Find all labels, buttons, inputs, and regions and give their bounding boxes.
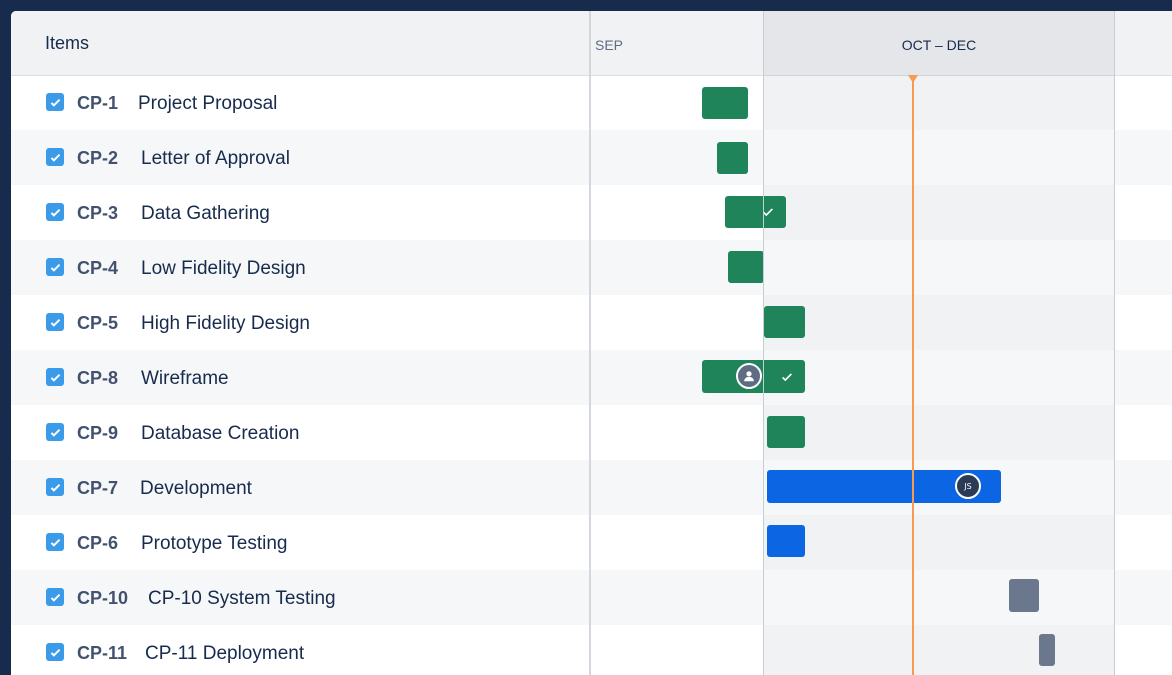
quarter-divider [1114, 11, 1115, 675]
timeline-panel: Items SEP OCT – DEC CP-1 Project Proposa… [11, 11, 1172, 675]
month-divider [763, 11, 764, 675]
table-row[interactable]: CP-11 CP-11 Deployment [11, 625, 1172, 675]
quarter-label-oct-dec: OCT – DEC [901, 37, 977, 53]
table-row[interactable]: CP-8 Wireframe [11, 350, 1172, 405]
checkbox[interactable] [46, 478, 64, 496]
schedule-bar[interactable] [1009, 579, 1039, 612]
table-row[interactable]: CP-2 Letter of Approval [11, 130, 1172, 185]
issue-summary[interactable]: Project Proposal [138, 93, 277, 115]
row-details: CP-11 CP-11 Deployment [11, 625, 590, 675]
row-details: CP-10 CP-10 System Testing [11, 570, 590, 625]
items-column-header: Items [45, 33, 90, 53]
schedule-bar[interactable] [702, 87, 748, 119]
today-line [912, 75, 914, 675]
schedule-bar[interactable] [764, 306, 805, 338]
checkbox[interactable] [46, 258, 64, 276]
schedule-bar[interactable] [717, 142, 748, 174]
row-details: CP-7 Development [11, 460, 590, 515]
schedule-bar[interactable] [728, 251, 764, 283]
row-details: CP-9 Database Creation [11, 405, 590, 460]
checkbox[interactable] [46, 203, 64, 221]
row-details: CP-3 Data Gathering [11, 185, 590, 240]
row-details: CP-1 Project Proposal [11, 75, 590, 130]
column-divider[interactable] [589, 11, 591, 675]
issue-key[interactable]: CP-8 [77, 368, 118, 389]
issue-key[interactable]: CP-4 [77, 258, 118, 279]
issue-key[interactable]: CP-3 [77, 203, 118, 224]
assignee-avatar[interactable]: JS [955, 473, 981, 499]
schedule-bar[interactable] [767, 416, 805, 448]
table-row[interactable]: CP-10 CP-10 System Testing [11, 570, 1172, 625]
row-details: CP-2 Letter of Approval [11, 130, 590, 185]
done-check-icon [782, 372, 792, 381]
row-details: CP-8 Wireframe [11, 350, 590, 405]
issue-key[interactable]: CP-2 [77, 148, 118, 169]
checkbox[interactable] [46, 533, 64, 551]
table-row[interactable]: CP-6 Prototype Testing [11, 515, 1172, 570]
issue-summary[interactable]: Low Fidelity Design [141, 258, 306, 280]
schedule-bar[interactable] [725, 196, 786, 228]
table-row[interactable]: CP-9 Database Creation [11, 405, 1172, 460]
today-marker-icon [908, 75, 918, 83]
checkbox[interactable] [46, 423, 64, 441]
issue-summary[interactable]: Prototype Testing [141, 533, 287, 555]
issue-summary[interactable]: CP-11 Deployment [145, 643, 304, 665]
issue-key[interactable]: CP-1 [77, 93, 118, 114]
checkbox[interactable] [46, 643, 64, 661]
checkbox[interactable] [46, 93, 64, 111]
issue-key[interactable]: CP-7 [77, 478, 118, 499]
schedule-bar[interactable] [1039, 634, 1055, 666]
issue-key[interactable]: CP-5 [77, 313, 118, 334]
checkbox[interactable] [46, 148, 64, 166]
issue-summary[interactable]: Development [140, 478, 252, 500]
issue-key[interactable]: CP-6 [77, 533, 118, 554]
month-label-sep: SEP [595, 37, 624, 53]
row-details: CP-4 Low Fidelity Design [11, 240, 590, 295]
person-icon[interactable] [736, 363, 762, 389]
issue-summary[interactable]: Wireframe [141, 368, 229, 390]
issue-summary[interactable]: CP-10 System Testing [148, 588, 336, 610]
table-row[interactable]: CP-4 Low Fidelity Design [11, 240, 1172, 295]
checkbox[interactable] [46, 588, 64, 606]
table-row[interactable]: CP-3 Data Gathering [11, 185, 1172, 240]
issue-summary[interactable]: Letter of Approval [141, 148, 290, 170]
issue-summary[interactable]: Database Creation [141, 423, 299, 445]
checkbox[interactable] [46, 368, 64, 386]
issue-key[interactable]: CP-9 [77, 423, 118, 444]
table-row[interactable]: CP-1 Project Proposal [11, 75, 1172, 130]
issue-summary[interactable]: Data Gathering [141, 203, 270, 225]
checkbox[interactable] [46, 313, 64, 331]
row-details: CP-6 Prototype Testing [11, 515, 590, 570]
issue-key[interactable]: CP-10 [77, 588, 128, 609]
table-row[interactable]: CP-5 High Fidelity Design [11, 295, 1172, 350]
row-details: CP-5 High Fidelity Design [11, 295, 590, 350]
table-row[interactable]: CP-7 Development JS [11, 460, 1172, 515]
issue-summary[interactable]: High Fidelity Design [141, 313, 310, 335]
schedule-bar[interactable] [767, 525, 805, 557]
issue-key[interactable]: CP-11 [77, 643, 127, 664]
timeline-header: Items SEP OCT – DEC [11, 11, 1172, 76]
